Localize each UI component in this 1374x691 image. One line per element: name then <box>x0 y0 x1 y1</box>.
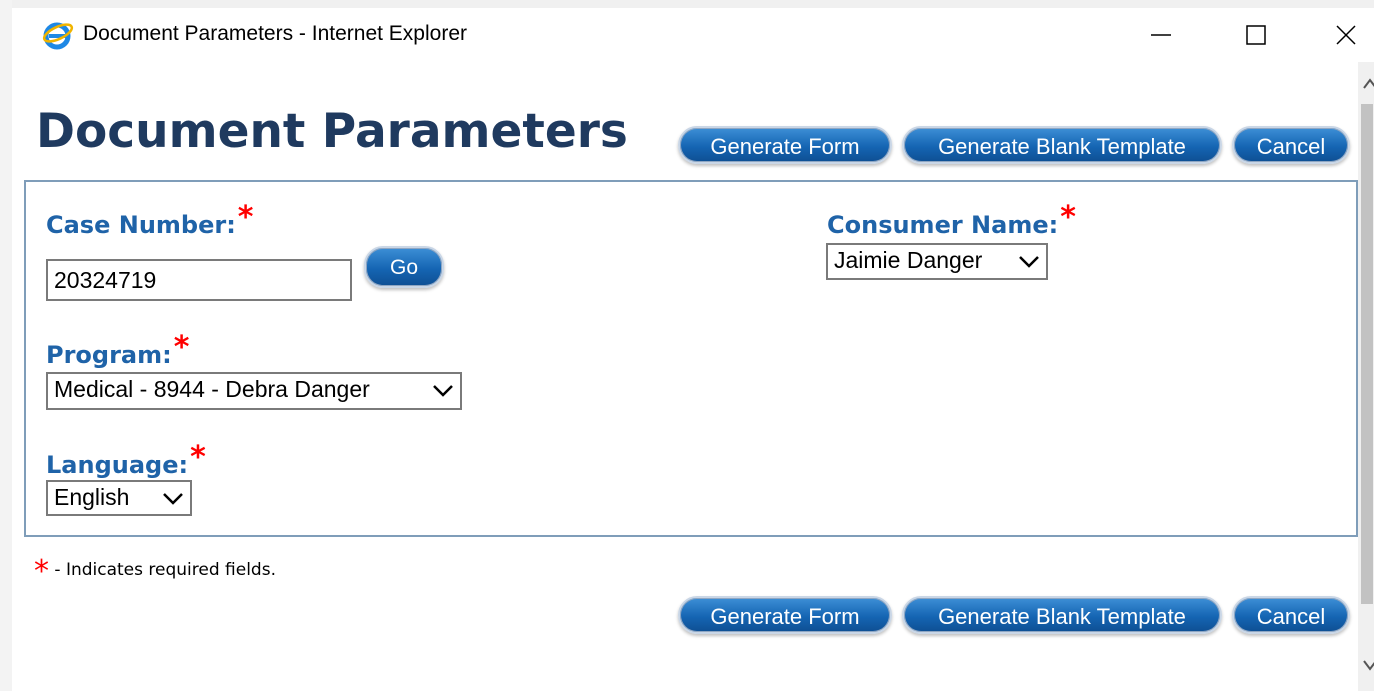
close-button[interactable] <box>1315 8 1374 60</box>
required-mark: * <box>173 330 190 365</box>
window-title: Document Parameters - Internet Explorer <box>83 22 467 45</box>
generate-blank-template-button-top[interactable]: Generate Blank Template <box>902 126 1222 164</box>
required-mark: * <box>1060 200 1076 235</box>
go-button[interactable]: Go <box>364 246 444 288</box>
program-select[interactable]: Medical - 8944 - Debra Danger <box>46 372 462 410</box>
required-fields-note-text: - Indicates required fields. <box>54 560 276 580</box>
required-mark: * <box>34 554 49 589</box>
consumer-name-select[interactable]: Jaimie Danger <box>826 243 1048 280</box>
program-selected: Medical - 8944 - Debra Danger <box>54 376 370 402</box>
case-number-input[interactable]: 20324719 <box>46 259 352 301</box>
minimize-button[interactable] <box>1130 8 1190 60</box>
scroll-up-arrow-icon[interactable] <box>1358 62 1374 102</box>
page-title: Document Parameters <box>36 104 628 159</box>
window-top-edge <box>0 0 1374 8</box>
cancel-button-bottom[interactable]: Cancel <box>1232 596 1350 634</box>
case-number-label: Case Number:* <box>46 200 254 241</box>
ie-icon <box>40 20 74 50</box>
language-label-text: Language: <box>46 451 189 479</box>
chevron-down-icon <box>1019 256 1039 268</box>
close-icon <box>1336 25 1356 45</box>
chevron-down-icon <box>433 385 453 397</box>
window-titlebar[interactable]: Document Parameters - Internet Explorer <box>12 8 1374 60</box>
case-number-label-text: Case Number: <box>46 211 236 239</box>
chevron-down-icon <box>163 493 183 505</box>
consumer-name-label: Consumer Name:* <box>827 200 1076 241</box>
generate-form-button-top[interactable]: Generate Form <box>678 126 892 164</box>
minimize-icon <box>1151 34 1171 36</box>
maximize-button[interactable] <box>1225 8 1285 60</box>
scrollbar-thumb[interactable] <box>1361 104 1373 604</box>
generate-blank-template-button-bottom[interactable]: Generate Blank Template <box>902 596 1222 634</box>
required-mark: * <box>190 440 206 475</box>
generate-form-button-bottom[interactable]: Generate Form <box>678 596 892 634</box>
program-label: Program:* <box>46 330 189 371</box>
language-selected: English <box>54 484 130 510</box>
cancel-button-top[interactable]: Cancel <box>1232 126 1350 164</box>
language-label: Language:* <box>46 440 206 481</box>
required-fields-note: * - Indicates required fields. <box>32 548 276 589</box>
consumer-name-selected: Jaimie Danger <box>834 247 983 273</box>
window-left-edge <box>0 0 12 691</box>
required-mark: * <box>237 200 254 235</box>
program-label-text: Program: <box>46 341 172 369</box>
language-select[interactable]: English <box>46 480 192 516</box>
maximize-icon <box>1246 25 1266 45</box>
vertical-scrollbar[interactable] <box>1358 62 1374 691</box>
consumer-name-label-text: Consumer Name: <box>827 211 1059 239</box>
scroll-down-arrow-icon[interactable] <box>1358 647 1374 687</box>
